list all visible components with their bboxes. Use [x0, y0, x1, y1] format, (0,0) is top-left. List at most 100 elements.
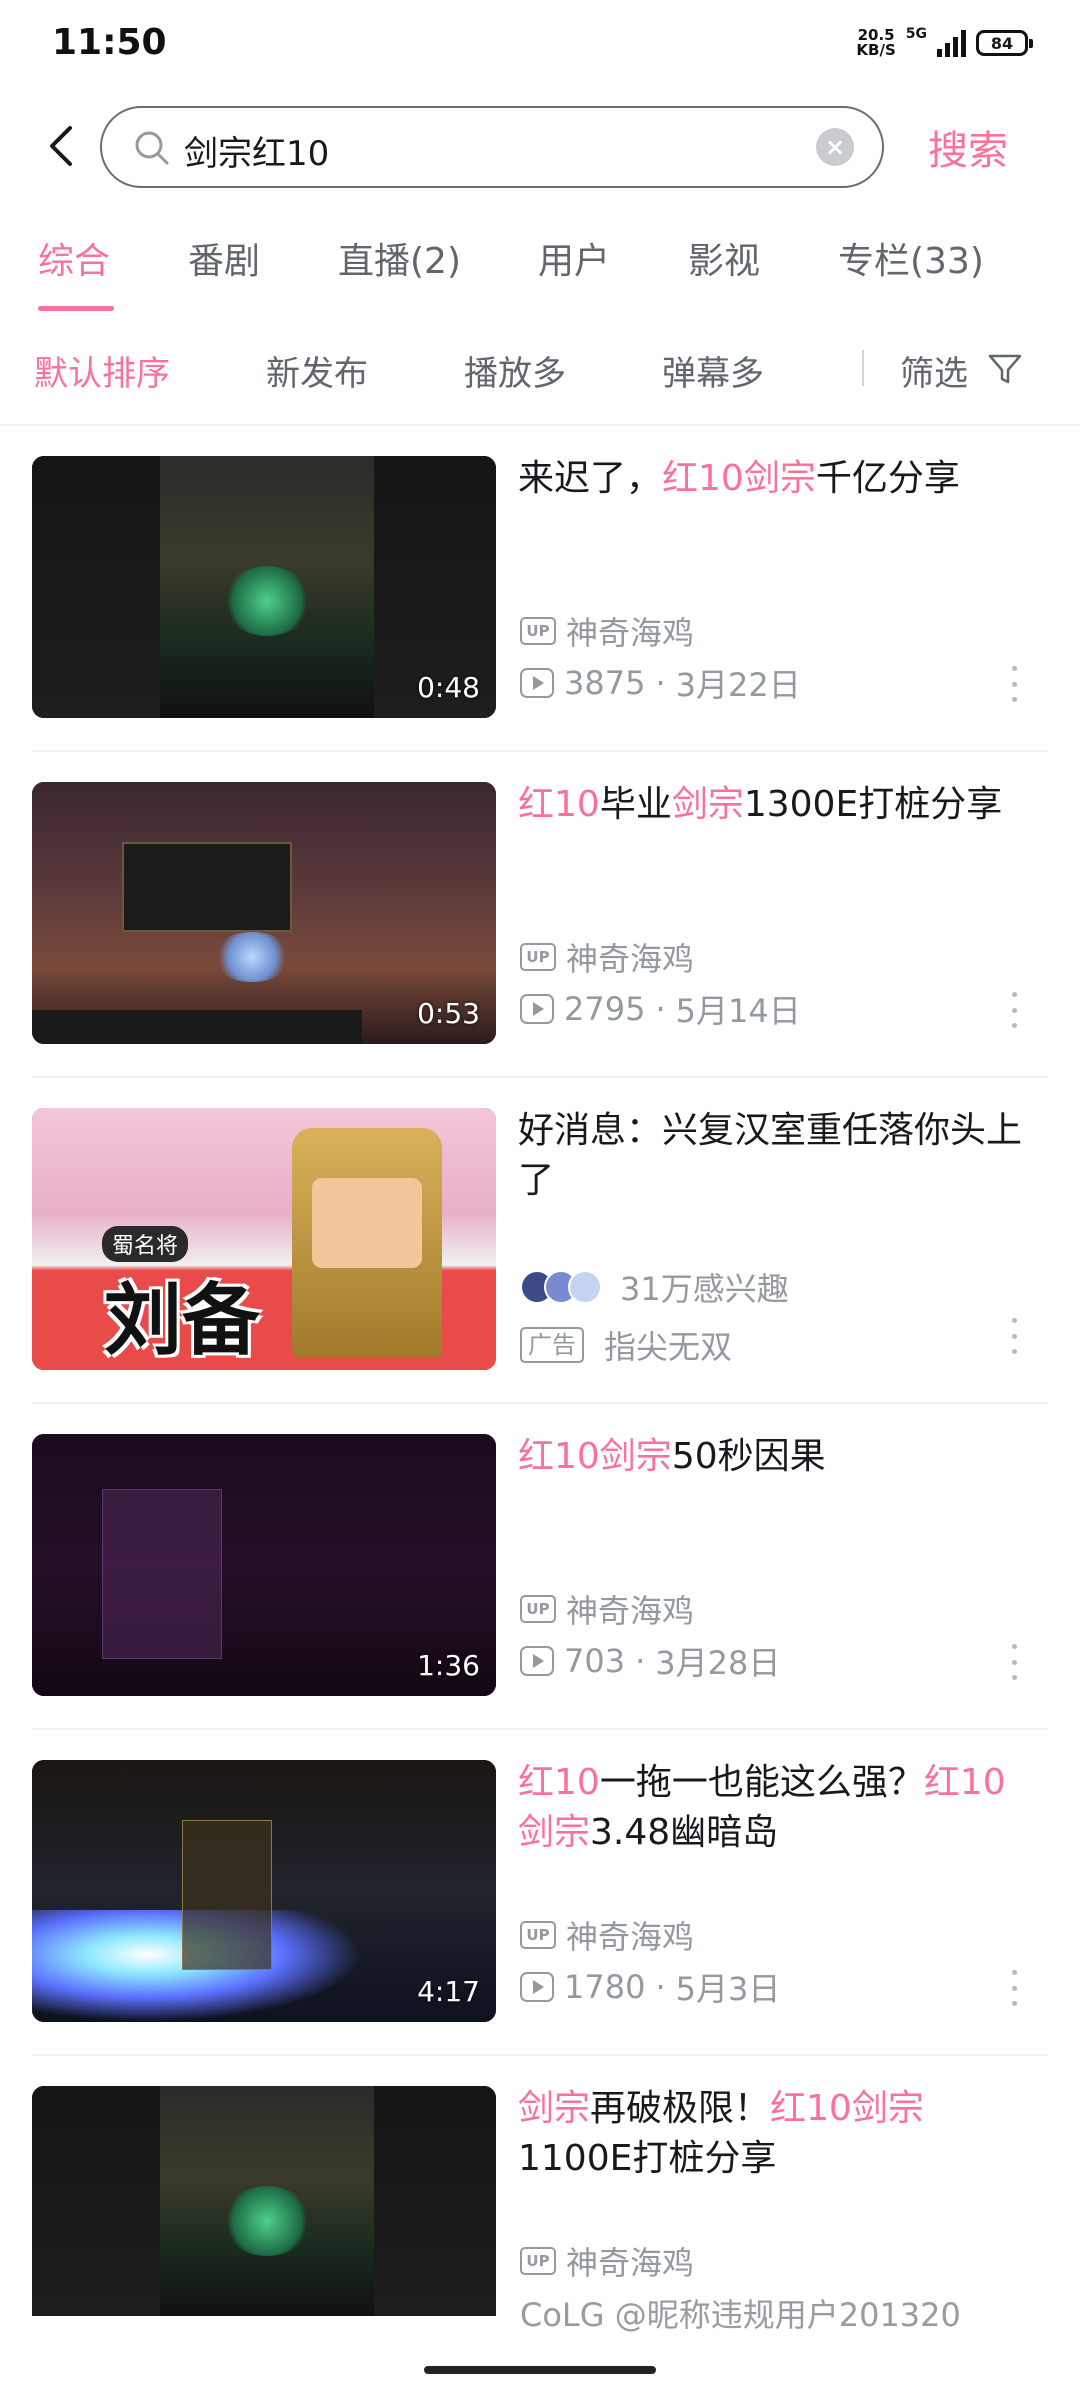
search-input[interactable]: 剑宗红10 ×: [100, 106, 884, 188]
more-icon[interactable]: [1010, 1970, 1018, 2006]
uploader-name: 神奇海鸡: [566, 1918, 695, 1956]
status-time: 11:50: [52, 22, 167, 63]
video-meta: 1780 · 5月3日: [520, 1964, 780, 2010]
title-text: 千亿分享: [815, 458, 960, 499]
more-icon[interactable]: [1010, 1318, 1018, 1354]
video-thumbnail[interactable]: 0:53: [32, 782, 496, 1044]
video-card[interactable]: 0:53 红10毕业剑宗1300E打桩分享 UP 神奇海鸡 2795 · 5月1…: [0, 752, 1080, 1078]
title-highlight: 红10剑宗: [518, 1436, 672, 1477]
clear-icon[interactable]: ×: [816, 128, 854, 166]
title-text: 50秒因果: [671, 1436, 826, 1477]
signal-icon: [937, 29, 966, 57]
video-card[interactable]: 1:36 红10剑宗50秒因果 UP 神奇海鸡 703 · 3月28日: [0, 1404, 1080, 1730]
uploader-name: 神奇海鸡: [566, 614, 695, 652]
sort-newest[interactable]: 新发布: [266, 346, 368, 395]
avatars-icon: [520, 1270, 602, 1304]
play-count: 703: [564, 1642, 626, 1680]
search-row: 剑宗红10 × 搜索: [0, 104, 1080, 188]
play-count: 2795: [564, 990, 646, 1028]
interest-row: 31万感兴趣: [520, 1264, 789, 1310]
ad-title[interactable]: 好消息：兴复汉室重任落你头上了: [518, 1106, 1038, 1206]
sort-default[interactable]: 默认排序: [34, 346, 170, 395]
title-text: 好消息：兴复汉室重任落你头上了: [518, 1110, 1023, 1201]
uploader-row[interactable]: UP 神奇海鸡: [520, 934, 694, 980]
video-card[interactable]: 4:17 红10一拖一也能这么强？红10剑宗3.48幽暗岛 UP 神奇海鸡 17…: [0, 1730, 1080, 2056]
title-text: 1300E打桩分享: [743, 784, 1003, 825]
video-title[interactable]: 来迟了，红10剑宗千亿分享: [518, 454, 1038, 504]
title-text: 再破极限！: [590, 2088, 771, 2129]
more-icon[interactable]: [1010, 992, 1018, 1028]
play-count: 3875: [564, 664, 646, 702]
back-icon[interactable]: [42, 124, 82, 168]
video-thumbnail[interactable]: 0:48: [32, 456, 496, 718]
sort-divider: [862, 350, 864, 386]
uploader-row[interactable]: UP 神奇海鸡: [520, 1586, 694, 1632]
uploader-row[interactable]: UP 神奇海鸡: [520, 608, 694, 654]
video-thumbnail[interactable]: 1:36: [32, 1434, 496, 1696]
video-title[interactable]: 剑宗再破极限！红10剑宗 1100E打桩分享: [518, 2084, 1038, 2184]
tab-all[interactable]: 综合: [38, 232, 110, 284]
video-thumbnail[interactable]: [32, 2086, 496, 2316]
video-card[interactable]: 0:48 来迟了，红10剑宗千亿分享 UP 神奇海鸡 3875 · 3月22日: [0, 426, 1080, 752]
uploader-name: 神奇海鸡: [566, 2244, 695, 2282]
tab-movies[interactable]: 影视: [688, 232, 760, 284]
upload-date: 3月28日: [655, 1644, 781, 1682]
title-highlight: 剑宗: [671, 784, 744, 825]
video-title[interactable]: 红10一拖一也能这么强？红10剑宗3.48幽暗岛: [518, 1758, 1038, 1858]
title-highlight: 红10剑宗: [770, 2088, 924, 2129]
video-duration: 4:17: [417, 1975, 480, 2008]
title-highlight: 红10: [518, 1762, 600, 1803]
filter-button[interactable]: 筛选: [900, 346, 968, 395]
tab-articles[interactable]: 专栏(33): [838, 232, 984, 284]
filter-icon[interactable]: [986, 350, 1024, 388]
video-thumbnail[interactable]: 4:17: [32, 1760, 496, 2022]
play-count-icon: [520, 1972, 554, 2002]
meta-separator: ·: [655, 1968, 666, 2006]
video-meta: 2795 · 5月14日: [520, 986, 801, 1032]
title-highlight: 剑宗: [518, 2088, 591, 2129]
home-indicator[interactable]: [424, 2366, 656, 2374]
title-text: 一拖一也能这么强？: [599, 1762, 924, 1803]
play-count-icon: [520, 668, 554, 698]
sort-most-danmaku[interactable]: 弹幕多: [662, 346, 764, 395]
title-highlight: 红10剑宗: [662, 458, 816, 499]
net-speed: 20.5 KB/S: [856, 28, 895, 58]
video-duration: 0:48: [417, 671, 480, 704]
battery-level: 84: [990, 33, 1014, 53]
tab-users[interactable]: 用户: [538, 232, 610, 284]
result-tabs: 综合 番剧 直播(2) 用户 影视 专栏(33): [0, 232, 1080, 312]
more-icon[interactable]: [1010, 666, 1018, 702]
uploader-row[interactable]: UP 神奇海鸡: [520, 1912, 694, 1958]
ad-thumbnail[interactable]: 蜀名将 刘备: [32, 1108, 496, 1370]
interest-count: 31万感兴趣: [620, 1270, 789, 1308]
status-bar: 11:50 20.5 KB/S 5G 84: [0, 0, 1080, 90]
advertiser-name: 指尖无双: [604, 1328, 733, 1366]
uploader-row[interactable]: UP 神奇海鸡: [520, 2238, 694, 2284]
more-icon[interactable]: [1010, 1644, 1018, 1680]
sort-most-played[interactable]: 播放多: [464, 346, 566, 395]
video-meta: 703 · 3月28日: [520, 1638, 780, 1684]
ad-badge: 广告: [520, 1327, 584, 1363]
title-text: 来迟了，: [518, 458, 663, 499]
ad-card[interactable]: 蜀名将 刘备 好消息：兴复汉室重任落你头上了 31万感兴趣 广告 指尖无双: [0, 1078, 1080, 1404]
network-type: 5G: [905, 26, 927, 42]
video-duration: 1:36: [417, 1649, 480, 1682]
upload-date: 3月22日: [675, 666, 801, 704]
video-title[interactable]: 红10毕业剑宗1300E打桩分享: [518, 780, 1038, 830]
ad-meta: 广告 指尖无双: [520, 1322, 732, 1368]
title-highlight: 红10: [518, 784, 600, 825]
upload-date: 5月14日: [675, 992, 801, 1030]
up-badge: UP: [520, 617, 556, 645]
title-text: 毕业: [599, 784, 672, 825]
tab-bangumi[interactable]: 番剧: [188, 232, 260, 284]
video-duration: 0:53: [417, 997, 480, 1030]
video-card[interactable]: 剑宗再破极限！红10剑宗 1100E打桩分享 UP 神奇海鸡: [0, 2056, 1080, 2316]
meta-separator: ·: [655, 990, 666, 1028]
status-icons: 20.5 KB/S 5G 84: [856, 26, 1033, 58]
up-badge: UP: [520, 2247, 556, 2275]
net-speed-unit: KB/S: [856, 41, 896, 59]
video-title[interactable]: 红10剑宗50秒因果: [518, 1432, 1038, 1482]
tab-live[interactable]: 直播(2): [338, 232, 461, 284]
search-button[interactable]: 搜索: [928, 118, 1008, 176]
play-count: 1780: [564, 1968, 646, 2006]
